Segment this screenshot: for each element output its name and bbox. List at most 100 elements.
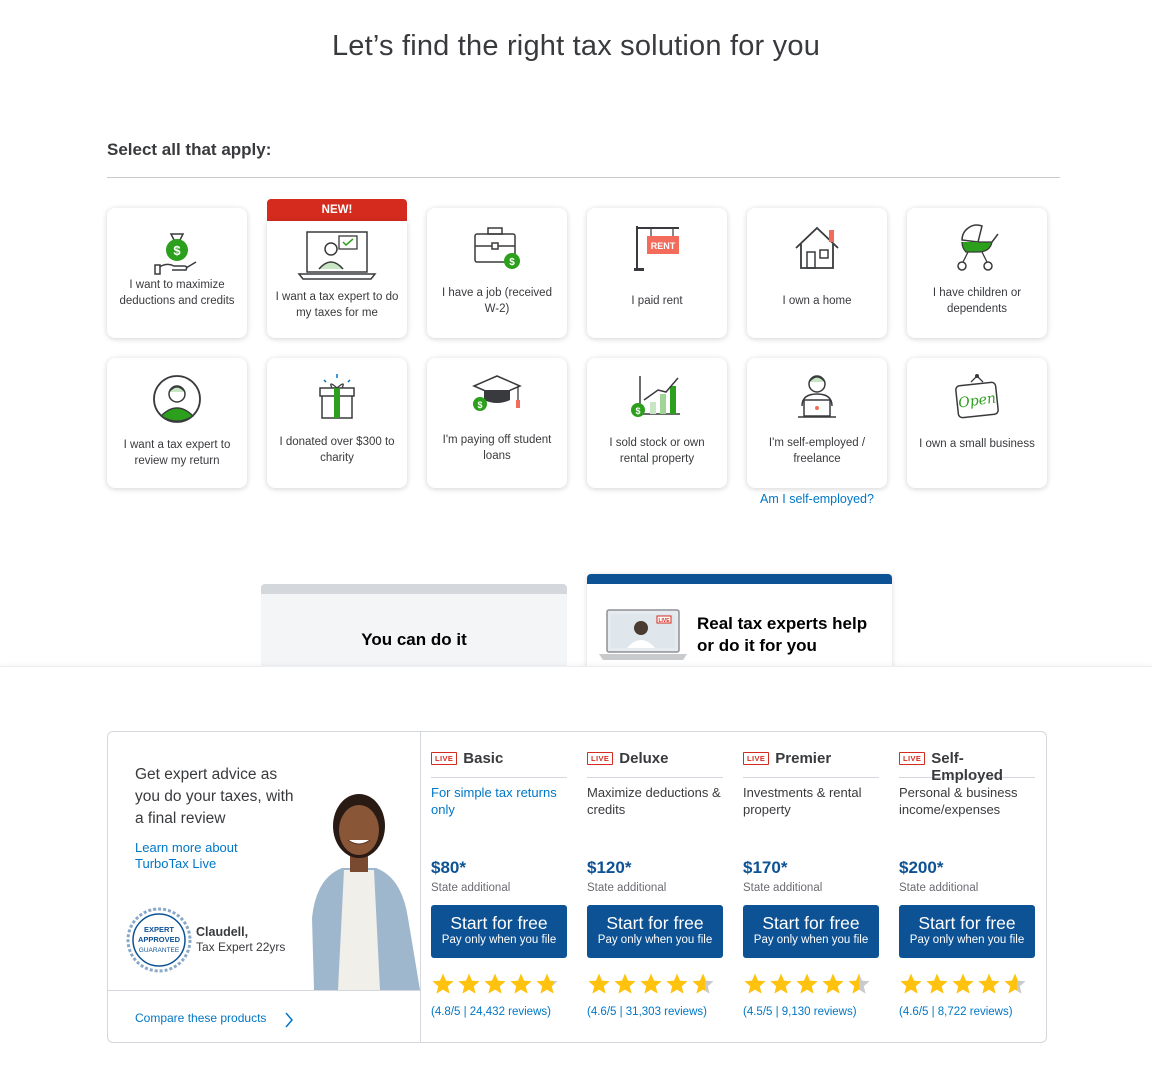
svg-text:RENT: RENT bbox=[651, 241, 676, 251]
live-laptop-icon: LIVE bbox=[599, 608, 687, 667]
option-maximize-deductions[interactable]: $ I want to maximize deductions and cred… bbox=[107, 208, 247, 338]
star-icon bbox=[458, 973, 480, 994]
star-rating bbox=[899, 972, 1029, 996]
cta-sublabel: Pay only when you file bbox=[441, 934, 557, 946]
product-name: Basic bbox=[463, 750, 504, 767]
option-label: I want a tax expert to do my taxes for m… bbox=[275, 291, 399, 319]
star-icon bbox=[978, 973, 1000, 994]
star-icon bbox=[1004, 973, 1026, 994]
seal-line-2: APPROVED bbox=[138, 935, 181, 944]
product-name: Self-Employed bbox=[931, 750, 1003, 784]
option-label: I sold stock or own rental property bbox=[609, 437, 705, 465]
growth-chart-icon: $ bbox=[587, 372, 727, 420]
option-children-dependents[interactable]: I have children or dependents bbox=[907, 208, 1047, 338]
option-label: I want a tax expert to review my return bbox=[123, 439, 231, 467]
cta-sublabel: Pay only when you file bbox=[753, 934, 869, 946]
freelancer-laptop-icon bbox=[747, 370, 887, 422]
star-icon bbox=[692, 973, 714, 994]
tab-you-can-do-it[interactable]: You can do it bbox=[261, 584, 567, 678]
chevron-right-icon[interactable] bbox=[283, 1010, 295, 1035]
start-for-free-button[interactable]: Start for free Pay only when you file bbox=[431, 905, 567, 958]
svg-text:$: $ bbox=[477, 400, 482, 410]
star-icon bbox=[848, 973, 870, 994]
star-icon bbox=[640, 973, 662, 994]
star-icon bbox=[614, 973, 636, 994]
star-icon bbox=[744, 973, 766, 994]
gift-icon bbox=[267, 372, 407, 422]
option-donated-charity[interactable]: I donated over $300 to charity bbox=[267, 358, 407, 488]
seal-line-1: EXPERT bbox=[144, 925, 174, 934]
svg-text:$: $ bbox=[509, 257, 515, 268]
option-expert-do-taxes[interactable]: I want a tax expert to do my taxes for m… bbox=[267, 221, 407, 338]
live-badge: LIVE bbox=[899, 752, 926, 765]
state-note: State additional bbox=[587, 882, 667, 894]
live-badge: LIVE bbox=[431, 752, 458, 765]
option-student-loans[interactable]: $ I'm paying off student loans bbox=[427, 358, 567, 488]
reviews-link[interactable]: (4.8/5 | 24,432 reviews) bbox=[431, 1006, 551, 1018]
option-label: I'm self-employed / freelance bbox=[768, 437, 866, 465]
option-paid-rent[interactable]: RENT I paid rent bbox=[587, 208, 727, 338]
option-label: I own a small business bbox=[919, 438, 1035, 450]
money-bag-hand-icon: $ bbox=[107, 228, 247, 278]
star-icon bbox=[588, 973, 610, 994]
star-rating bbox=[743, 972, 873, 996]
option-small-business[interactable]: Open I own a small business bbox=[907, 358, 1047, 488]
star-rating bbox=[431, 972, 561, 996]
tax-expert-photo bbox=[298, 768, 420, 995]
laptop-expert-icon bbox=[267, 229, 407, 281]
option-self-employed[interactable]: I'm self-employed / freelance bbox=[747, 358, 887, 488]
cta-label: Start for free bbox=[918, 913, 1016, 933]
option-label: I own a home bbox=[782, 295, 852, 307]
state-note: State additional bbox=[431, 882, 511, 894]
select-all-label: Select all that apply: bbox=[107, 140, 272, 159]
rent-sign-icon: RENT bbox=[587, 222, 727, 272]
cta-label: Start for free bbox=[762, 913, 860, 933]
product-desc: Maximize deductions & credits bbox=[587, 785, 721, 817]
compare-footer: Compare these products bbox=[108, 990, 420, 1042]
option-stock-rental[interactable]: $ I sold stock or own rental property bbox=[587, 358, 727, 488]
star-icon bbox=[536, 973, 558, 994]
star-icon bbox=[926, 973, 948, 994]
cta-label: Start for free bbox=[606, 913, 704, 933]
star-icon bbox=[666, 973, 688, 994]
product-price: $80* bbox=[431, 858, 466, 877]
star-icon bbox=[822, 973, 844, 994]
reviews-link[interactable]: (4.5/5 | 9,130 reviews) bbox=[743, 1006, 857, 1018]
live-badge: LIVE bbox=[587, 752, 614, 765]
product-name: Deluxe bbox=[619, 750, 669, 767]
option-expert-review[interactable]: I want a tax expert to review my return bbox=[107, 358, 247, 488]
learn-more-link[interactable]: Learn more about TurboTax Live bbox=[135, 840, 285, 872]
star-icon bbox=[900, 973, 922, 994]
option-label: I'm paying off student loans bbox=[442, 434, 552, 462]
option-own-home[interactable]: I own a home bbox=[747, 208, 887, 338]
stroller-icon bbox=[907, 220, 1047, 272]
option-w2-job[interactable]: $ I have a job (received W-2) bbox=[427, 208, 567, 338]
reviews-link[interactable]: (4.6/5 | 31,303 reviews) bbox=[587, 1006, 707, 1018]
cta-label: Start for free bbox=[450, 913, 548, 933]
compare-products-link[interactable]: Compare these products bbox=[135, 1011, 266, 1025]
product-price: $200* bbox=[899, 858, 944, 877]
seal-line-3: GUARANTEE bbox=[139, 947, 180, 954]
product-name: Premier bbox=[775, 750, 832, 767]
expert-advice-text: Get expert advice as you do your taxes, … bbox=[135, 766, 294, 827]
product-price: $170* bbox=[743, 858, 788, 877]
tab-real-tax-experts[interactable]: LIVE Real tax experts help or do it for … bbox=[587, 574, 892, 678]
start-for-free-button[interactable]: Start for free Pay only when you file bbox=[587, 905, 723, 958]
divider bbox=[107, 177, 1060, 178]
option-label: I have children or dependents bbox=[932, 287, 1022, 315]
product-self-employed: LIVE Self-Employed Personal & business in… bbox=[889, 732, 1045, 1042]
product-desc: For simple tax returns only bbox=[431, 785, 557, 817]
star-rating bbox=[587, 972, 717, 996]
svg-text:$: $ bbox=[173, 243, 181, 258]
am-i-self-employed-link[interactable]: Am I self-employed? bbox=[747, 492, 887, 506]
reviews-link[interactable]: (4.6/5 | 8,722 reviews) bbox=[899, 1006, 1013, 1018]
svg-text:LIVE: LIVE bbox=[658, 618, 670, 624]
cta-sublabel: Pay only when you file bbox=[909, 934, 1025, 946]
open-sign-icon: Open bbox=[907, 372, 1047, 424]
start-for-free-button[interactable]: Start for free Pay only when you file bbox=[743, 905, 879, 958]
start-for-free-button[interactable]: Start for free Pay only when you file bbox=[899, 905, 1035, 958]
star-icon bbox=[770, 973, 792, 994]
tab-label: Real tax experts help or do it for you bbox=[697, 614, 868, 655]
product-basic: LIVE Basic For simple tax returns only $8… bbox=[421, 732, 577, 1042]
new-badge: NEW! bbox=[267, 199, 407, 221]
